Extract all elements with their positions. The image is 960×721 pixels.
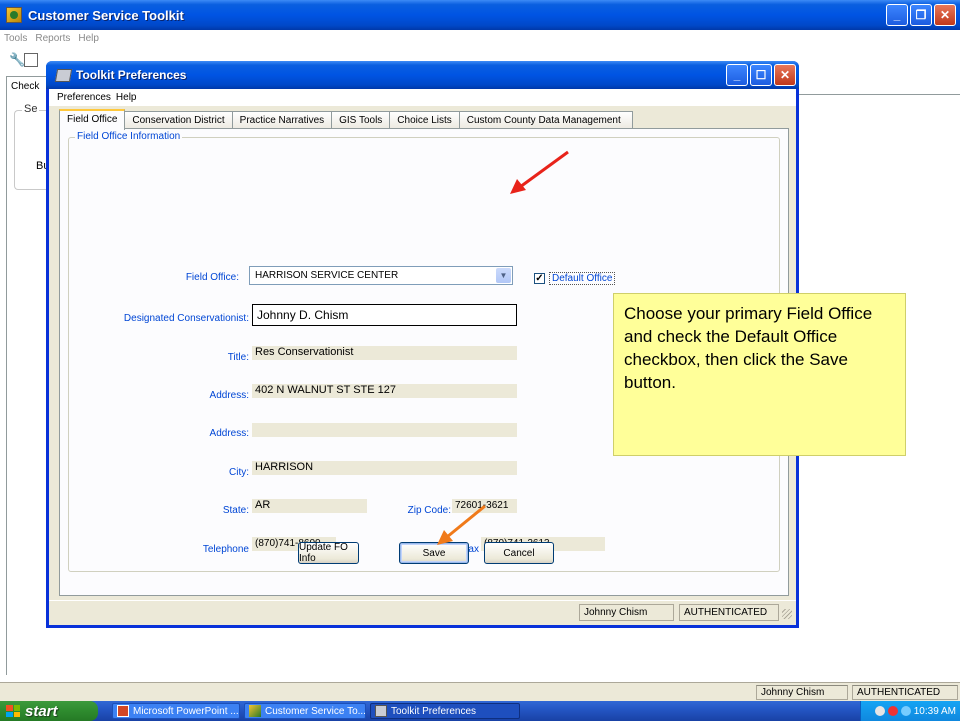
taskbar-customer-service[interactable]: Customer Service To... (244, 703, 366, 719)
tab-field-office[interactable]: Field Office (59, 109, 126, 130)
field-office-label: Field Office: (185, 272, 239, 283)
city-value: HARRISON (252, 461, 517, 475)
powerpoint-icon (117, 705, 129, 717)
status-auth: AUTHENTICATED (852, 685, 958, 700)
close-button[interactable]: ✕ (934, 4, 956, 26)
wrench-icon[interactable]: 🔧 (9, 53, 25, 67)
taskbar-toolkit-preferences[interactable]: Toolkit Preferences (370, 703, 520, 719)
menu-help[interactable]: Help (78, 33, 99, 44)
zip-value: 72601-3621 (452, 499, 517, 513)
state-value: AR (252, 499, 367, 513)
city-label: City: (229, 467, 249, 478)
taskbar-button-label: Customer Service To... (265, 705, 366, 717)
address1-value: 402 N WALNUT ST STE 127 (252, 384, 517, 398)
state-label: State: (222, 505, 249, 516)
divider (790, 94, 960, 95)
telephone-label: Telephone (202, 544, 249, 555)
main-window-title: Customer Service Toolkit (28, 7, 184, 23)
dialog-close-button[interactable]: ✕ (774, 64, 796, 86)
system-tray: 10:39 AM (860, 701, 960, 721)
dialog-menu-bar: Preferences Help (49, 89, 796, 106)
tab-gis-tools[interactable]: GIS Tools (331, 111, 391, 129)
clock[interactable]: 10:39 AM (914, 706, 956, 717)
address2-label: Address: (209, 428, 249, 439)
designated-conservationist-label: Designated Conservationist: (123, 313, 249, 324)
main-group-label: Se (22, 103, 40, 115)
zip-label: Zip Code: (407, 505, 451, 516)
volume-icon[interactable] (900, 706, 911, 716)
title-label: Title: (227, 352, 249, 363)
restore-button[interactable]: ❐ (910, 4, 932, 26)
main-status-bar: Johnny Chism AUTHENTICATED (0, 682, 960, 701)
taskbar-button-label: Toolkit Preferences (391, 705, 477, 717)
minimize-button[interactable]: _ (886, 4, 908, 26)
field-office-select[interactable]: HARRISON SERVICE CENTER ▼ (249, 266, 513, 285)
dialog-status-bar: Johnny Chism AUTHENTICATED (49, 600, 796, 622)
windows-logo-icon (6, 705, 20, 717)
resize-grip-icon[interactable] (782, 609, 792, 619)
tab-choice-lists[interactable]: Choice Lists (389, 111, 460, 129)
tab-bar: Field Office Conservation District Pract… (59, 109, 633, 130)
app-icon (6, 7, 22, 23)
instruction-callout: Choose your primary Field Office and che… (613, 293, 906, 456)
security-icon[interactable] (887, 706, 898, 716)
menu-tools[interactable]: Tools (4, 33, 27, 44)
taskbar-button-label: Microsoft PowerPoint ... (133, 705, 239, 717)
toolkit-icon (249, 705, 261, 717)
address2-value (252, 423, 517, 437)
cancel-button[interactable]: Cancel (484, 542, 554, 564)
dialog-status-user: Johnny Chism (579, 604, 674, 621)
dialog-title-bar[interactable]: Toolkit Preferences _ ☐ ✕ (46, 61, 799, 89)
network-icon[interactable] (874, 706, 885, 716)
menu-help[interactable]: Help (116, 92, 137, 103)
update-fo-info-button[interactable]: Update FO Info (298, 542, 359, 564)
preferences-icon (55, 67, 71, 83)
default-office-checkbox[interactable]: ✓ (534, 273, 545, 284)
new-document-icon[interactable] (24, 53, 38, 67)
title-value: Res Conservationist (252, 346, 517, 360)
preferences-icon (375, 705, 387, 717)
address1-label: Address: (209, 390, 249, 401)
taskbar: start Microsoft PowerPoint ... Customer … (0, 701, 960, 721)
menu-reports[interactable]: Reports (35, 33, 70, 44)
tab-conservation-district[interactable]: Conservation District (124, 111, 233, 129)
dialog-title: Toolkit Preferences (76, 68, 187, 82)
chevron-down-icon[interactable]: ▼ (496, 268, 511, 283)
main-title-bar[interactable]: Customer Service Toolkit _ ❐ ✕ (0, 0, 960, 30)
dialog-status-auth: AUTHENTICATED (679, 604, 779, 621)
group-legend: Field Office Information (75, 131, 183, 142)
start-label: start (25, 702, 58, 720)
main-menu-bar: Tools Reports Help (0, 30, 960, 47)
tab-practice-narratives[interactable]: Practice Narratives (231, 111, 333, 129)
default-office-label[interactable]: Default Office (549, 272, 616, 285)
dialog-minimize-button[interactable]: _ (726, 64, 748, 86)
field-office-value: HARRISON SERVICE CENTER (255, 270, 399, 281)
status-user: Johnny Chism (756, 685, 848, 700)
start-button[interactable]: start (0, 701, 98, 721)
menu-preferences[interactable]: Preferences (57, 92, 111, 103)
default-office-checkbox-row[interactable]: ✓ Default Office (534, 272, 616, 285)
save-button[interactable]: Save (399, 542, 469, 564)
dialog-maximize-button[interactable]: ☐ (750, 64, 772, 86)
designated-conservationist-field[interactable]: Johnny D. Chism (252, 304, 517, 326)
taskbar-powerpoint[interactable]: Microsoft PowerPoint ... (112, 703, 240, 719)
tab-custom-county-data[interactable]: Custom County Data Management (458, 111, 633, 129)
